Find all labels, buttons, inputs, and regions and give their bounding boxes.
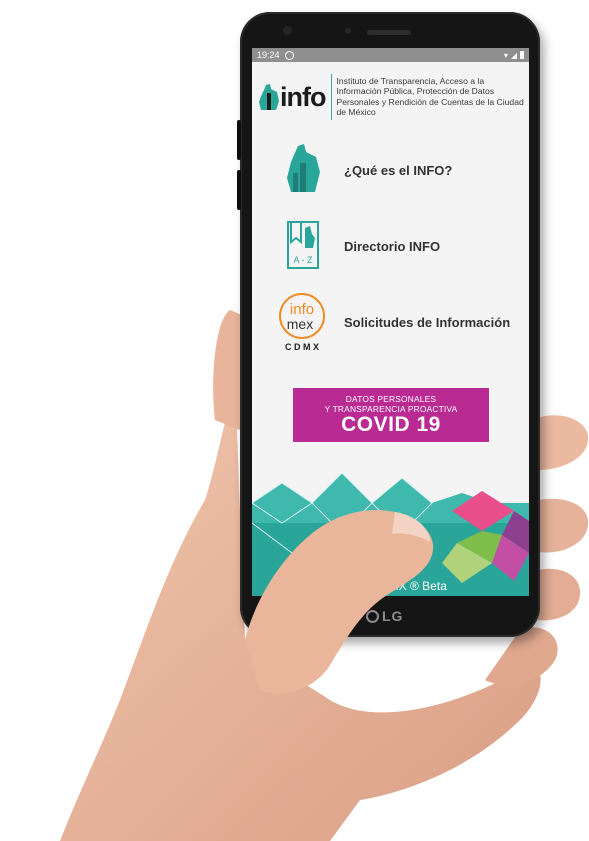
- footer-text: DMX ® Beta: [380, 579, 447, 593]
- status-bar: 19:24 ▾ ◢: [252, 48, 529, 62]
- logo-text: info: [280, 81, 326, 112]
- menu-item-solicitudes[interactable]: info mex C D M X Solicitudes de Informac…: [252, 290, 529, 354]
- header-divider: [331, 73, 333, 120]
- app-header: info Instituto de Transparencia, Acceso …: [252, 62, 529, 126]
- covid-line3: COVID 19: [341, 413, 441, 436]
- whatsapp-icon: [284, 50, 294, 60]
- menu-item-que-es-info[interactable]: ¿Qué es el INFO?: [252, 140, 529, 204]
- cdmx-map-logo-icon: [259, 83, 279, 110]
- proximity-sensor: [345, 28, 351, 34]
- menu-label: ¿Qué es el INFO?: [344, 163, 453, 178]
- menu-label: Directorio INFO: [344, 239, 441, 254]
- wifi-icon: ▾: [503, 50, 508, 60]
- infomex-line3: C D M X: [285, 342, 319, 352]
- app-screen: 19:24 ▾ ◢ info Instituto de Transparenci…: [252, 48, 529, 596]
- status-time: 19:24: [257, 50, 280, 60]
- footer-geometric-art: [252, 472, 529, 596]
- infomex-logo-icon: info mex C D M X: [279, 293, 325, 352]
- menu-item-directorio[interactable]: A - Z Directorio INFO: [252, 214, 529, 278]
- volume-up-button: [237, 120, 241, 160]
- directory-az-icon: A - Z: [287, 221, 319, 269]
- front-camera: [283, 26, 292, 35]
- covid-banner[interactable]: DATOS PERSONALES Y TRANSPARENCIA PROACTI…: [293, 388, 489, 442]
- lg-circle-icon: [366, 609, 379, 623]
- info-logo[interactable]: info: [258, 81, 326, 112]
- institution-name: Instituto de Transparencia, Acceso a la …: [336, 75, 524, 118]
- directory-icon-label: A - Z: [293, 255, 313, 265]
- volume-down-button: [237, 170, 241, 210]
- cdmx-map-icon: [287, 144, 320, 192]
- battery-icon: [520, 51, 524, 59]
- menu-label: Solicitudes de Información: [344, 315, 511, 330]
- signal-icon: ◢: [510, 50, 517, 60]
- covid-line1: DATOS PERSONALES: [345, 394, 437, 404]
- earpiece-speaker: [367, 30, 411, 35]
- lg-logo: LG: [366, 606, 416, 626]
- infomex-line2: mex: [287, 316, 313, 332]
